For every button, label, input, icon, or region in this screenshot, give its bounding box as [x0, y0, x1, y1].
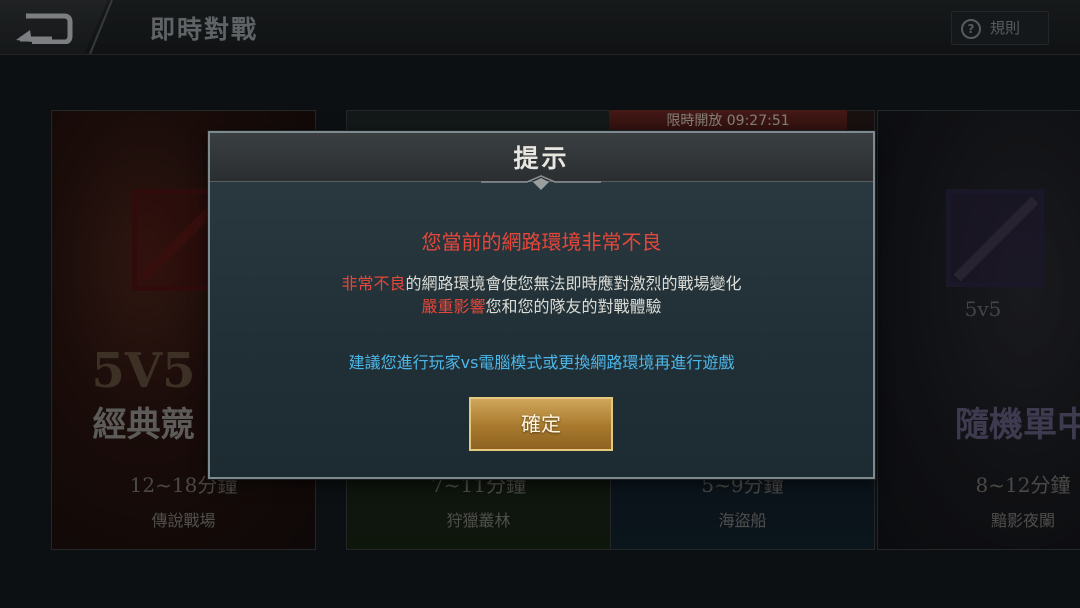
ornament-icon — [481, 175, 601, 190]
dialog-title: 提示 — [513, 144, 570, 173]
warning-description-line-1: 非常不良的網路環境會使您無法即時應對激烈的戰場變化 — [210, 270, 873, 294]
network-warning-dialog: 提示 您當前的網路環境非常不良 非常不良的網路環境會使您無法即時應對激烈的戰場變… — [208, 131, 875, 479]
description-text: 的網路環境會使您無法即時應對激烈的戰場變化 — [405, 274, 742, 293]
confirm-button[interactable]: 確定 — [469, 397, 613, 451]
warning-description-line-2: 嚴重影響您和您的隊友的對戰體驗 — [210, 293, 873, 317]
description-text: 您和您的隊友的對戰體驗 — [485, 297, 662, 316]
emphasis-text: 嚴重影響 — [421, 297, 486, 316]
emphasis-text: 非常不良 — [341, 274, 406, 293]
warning-title: 您當前的網路環境非常不良 — [421, 230, 662, 254]
suggestion-text: 建議您進行玩家vs電腦模式或更換網路環境再進行遊戲 — [348, 353, 735, 372]
